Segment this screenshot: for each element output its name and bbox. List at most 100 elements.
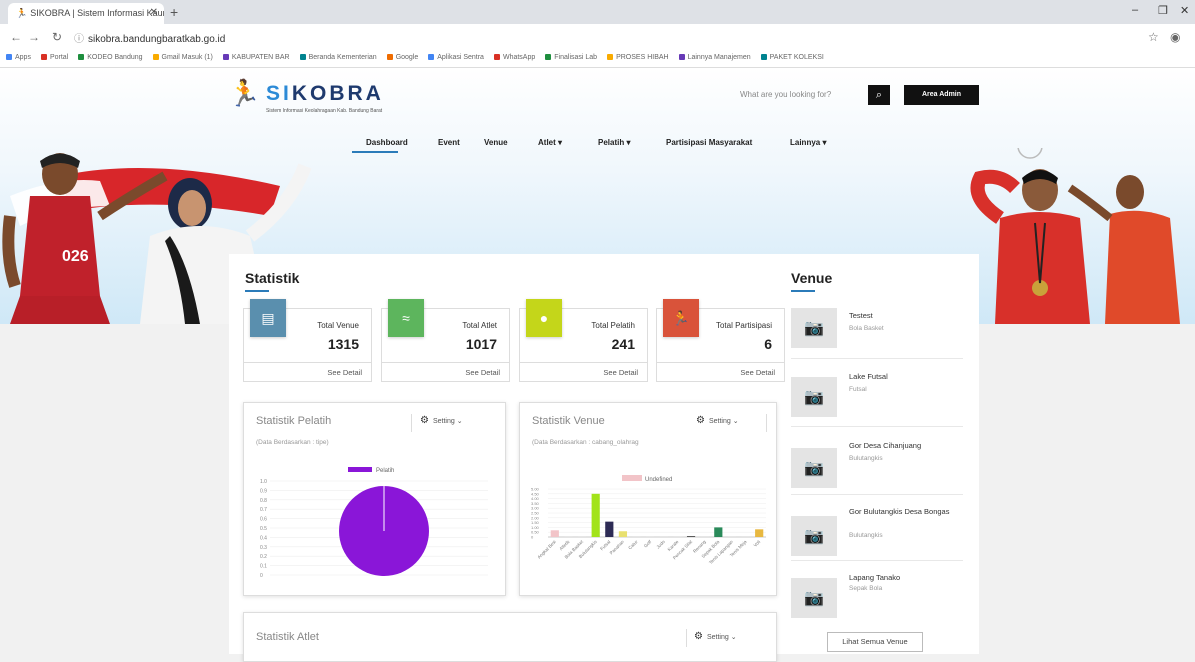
camera-placeholder-icon: 📷 [791, 308, 837, 348]
venue-underline [791, 290, 815, 292]
url-field[interactable]: ⓘsikobra.bandungbaratkab.go.id [74, 30, 225, 45]
bookmark-label: Lainnya Manajemen [688, 54, 751, 61]
bookmark-favicon-icon [387, 54, 393, 60]
see-detail-link[interactable]: See Detail [520, 362, 647, 381]
restore-icon[interactable]: ❐ [1158, 4, 1168, 17]
logo-subtitle: Sistem Informasi Keolahragaan Kab. Bandu… [266, 108, 382, 114]
setting-label: Setting [707, 634, 729, 641]
nav-partisipasi-masyarakat[interactable]: Partisipasi Masyarakat [666, 138, 752, 147]
venue-item[interactable]: 📷 Testest Bola Basket [791, 308, 961, 352]
venue-item[interactable]: 📷 Gor Bulutangkis Desa Bongas Bulutangki… [791, 504, 961, 554]
bookmark-favicon-icon [494, 54, 500, 60]
area-admin-button[interactable]: Area Admin [904, 85, 979, 105]
tab-title: SIKOBRA | Sistem Informasi Kaum [30, 8, 164, 18]
bookmark-item[interactable]: Lainnya Manajemen [679, 54, 751, 61]
bookmark-item[interactable]: Beranda Kementerian [300, 54, 377, 61]
bookmark-item[interactable]: PAKET KOLEKSI [761, 54, 824, 61]
venue-chart-title: Statistik Venue [532, 415, 605, 427]
bookmark-item[interactable]: Google [387, 54, 419, 61]
y-tick-label: 0.4 [260, 535, 267, 541]
x-tick-label: Golf [643, 539, 653, 549]
bookmark-label: KABUPATEN BAR [232, 54, 290, 61]
swimmer-icon: ≈ [388, 299, 424, 337]
bookmark-item[interactable]: Gmail Masuk (1) [153, 54, 213, 61]
close-window-icon[interactable]: ✕ [1180, 4, 1189, 17]
nav-atlet[interactable]: Atlet ▾ [538, 138, 562, 147]
venue-item[interactable]: 📷 Gor Desa Cihanjuang Bulutangkis [791, 438, 961, 482]
stat-label: Total Atlet [462, 321, 497, 330]
camera-placeholder-icon: 📷 [791, 516, 837, 556]
bookmark-item[interactable]: KABUPATEN BAR [223, 54, 290, 61]
new-tab-icon[interactable]: + [170, 4, 178, 20]
see-all-venue-button[interactable]: Lihat Semua Venue [827, 632, 923, 652]
bookmarks-bar: Apps Portal KODEO Bandung Gmail Masuk (1) KA… [0, 50, 1195, 68]
y-tick-label: 1.0 [260, 479, 267, 485]
stat-card-pelatih: ● Total Pelatih 241 See Detail [519, 308, 648, 382]
bookmark-item[interactable]: PROSES HIBAH [607, 54, 669, 61]
back-icon[interactable]: ← [10, 30, 22, 44]
card-divider [686, 629, 687, 647]
y-tick-label: 0 [260, 573, 263, 579]
nav-venue[interactable]: Venue [484, 138, 508, 147]
bookmark-favicon-icon [428, 54, 434, 60]
bookmark-star-icon[interactable]: ☆ [1148, 30, 1159, 44]
browser-tab[interactable]: 🏃SIKOBRA | Sistem Informasi Kaum ✕ [8, 3, 164, 24]
coach-icon: ● [526, 299, 562, 337]
statistik-title: Statistik [245, 270, 299, 286]
pelatih-chart-subtitle: (Data Berdasarkan : tipe) [256, 439, 329, 446]
bookmark-favicon-icon [761, 54, 767, 60]
bookmark-favicon-icon [679, 54, 685, 60]
venue-item[interactable]: 📷 Lake Futsal Futsal [791, 369, 961, 413]
bookmark-item[interactable]: Portal [41, 54, 68, 61]
runner-logo-icon: 🏃 [228, 78, 260, 109]
setting-dropdown[interactable]: ⚙Setting ⌄ [696, 415, 739, 426]
nav-dashboard[interactable]: Dashboard [366, 138, 408, 147]
tab-close-icon[interactable]: ✕ [150, 7, 158, 18]
nav-pelatih[interactable]: Pelatih ▾ [598, 138, 630, 147]
logo-prefix: SI [266, 82, 292, 105]
search-input[interactable]: What are you looking for? [740, 90, 831, 99]
bookmark-label: PAKET KOLEKSI [770, 54, 824, 61]
bar [755, 529, 763, 537]
bar [592, 494, 600, 537]
venue-item[interactable]: 📷 Lapang Tanako Sepak Bola [791, 570, 961, 620]
card-divider [766, 414, 767, 432]
bookmark-item[interactable]: Apps [6, 54, 31, 61]
setting-dropdown[interactable]: ⚙Setting ⌄ [694, 631, 737, 642]
pelatih-pie-chart: Pelatih1.00.90.80.70.60.50.40.30.20.10 [244, 463, 506, 591]
see-detail-link[interactable]: See Detail [244, 362, 371, 381]
stat-card-partisipasi: 🏃 Total Partisipasi 6 See Detail [656, 308, 785, 382]
nav-lainnya[interactable]: Lainnya ▾ [790, 138, 826, 147]
stat-label: Total Partisipasi [716, 321, 772, 330]
see-detail-link[interactable]: See Detail [382, 362, 509, 381]
bookmark-item[interactable]: Finalisasi Lab [545, 54, 597, 61]
bookmark-label: PROSES HIBAH [616, 54, 669, 61]
venue-type: Bola Basket [849, 325, 884, 332]
venue-chart-card: Statistik Venue ⚙Setting ⌄ (Data Berdasa… [519, 402, 777, 596]
bookmark-label: Apps [15, 54, 31, 61]
search-button[interactable]: ⌕ [868, 85, 890, 105]
bookmark-label: Portal [50, 54, 68, 61]
bookmark-label: Gmail Masuk (1) [162, 54, 213, 61]
y-tick-label: 0.1 [260, 564, 267, 570]
profile-icon[interactable]: ◉ [1170, 30, 1180, 44]
minimize-icon[interactable]: – [1132, 4, 1138, 16]
chevron-down-icon: ⌄ [731, 634, 737, 641]
setting-label: Setting [709, 418, 731, 425]
setting-dropdown[interactable]: ⚙Setting ⌄ [420, 415, 463, 426]
bookmark-item[interactable]: WhatsApp [494, 54, 535, 61]
stat-label: Total Venue [317, 321, 359, 330]
bookmark-item[interactable]: Aplikasi Sentra [428, 54, 484, 61]
gear-icon: ⚙ [420, 415, 429, 426]
bar [605, 522, 613, 537]
bookmark-item[interactable]: KODEO Bandung [78, 54, 142, 61]
logo-text: SIKOBRA [266, 82, 384, 106]
forward-icon[interactable]: → [28, 30, 40, 44]
nav-event[interactable]: Event [438, 138, 460, 147]
site: 026 🏃 SIKOBRA Sistem Informas [0, 68, 1195, 653]
content-panel: Statistik ▤ Total Venue 1315 See Detail … [229, 254, 979, 654]
see-detail-link[interactable]: See Detail [657, 362, 784, 381]
reload-icon[interactable]: ↻ [52, 30, 62, 44]
bookmark-label: Beranda Kementerian [309, 54, 377, 61]
statistik-underline [245, 290, 269, 292]
